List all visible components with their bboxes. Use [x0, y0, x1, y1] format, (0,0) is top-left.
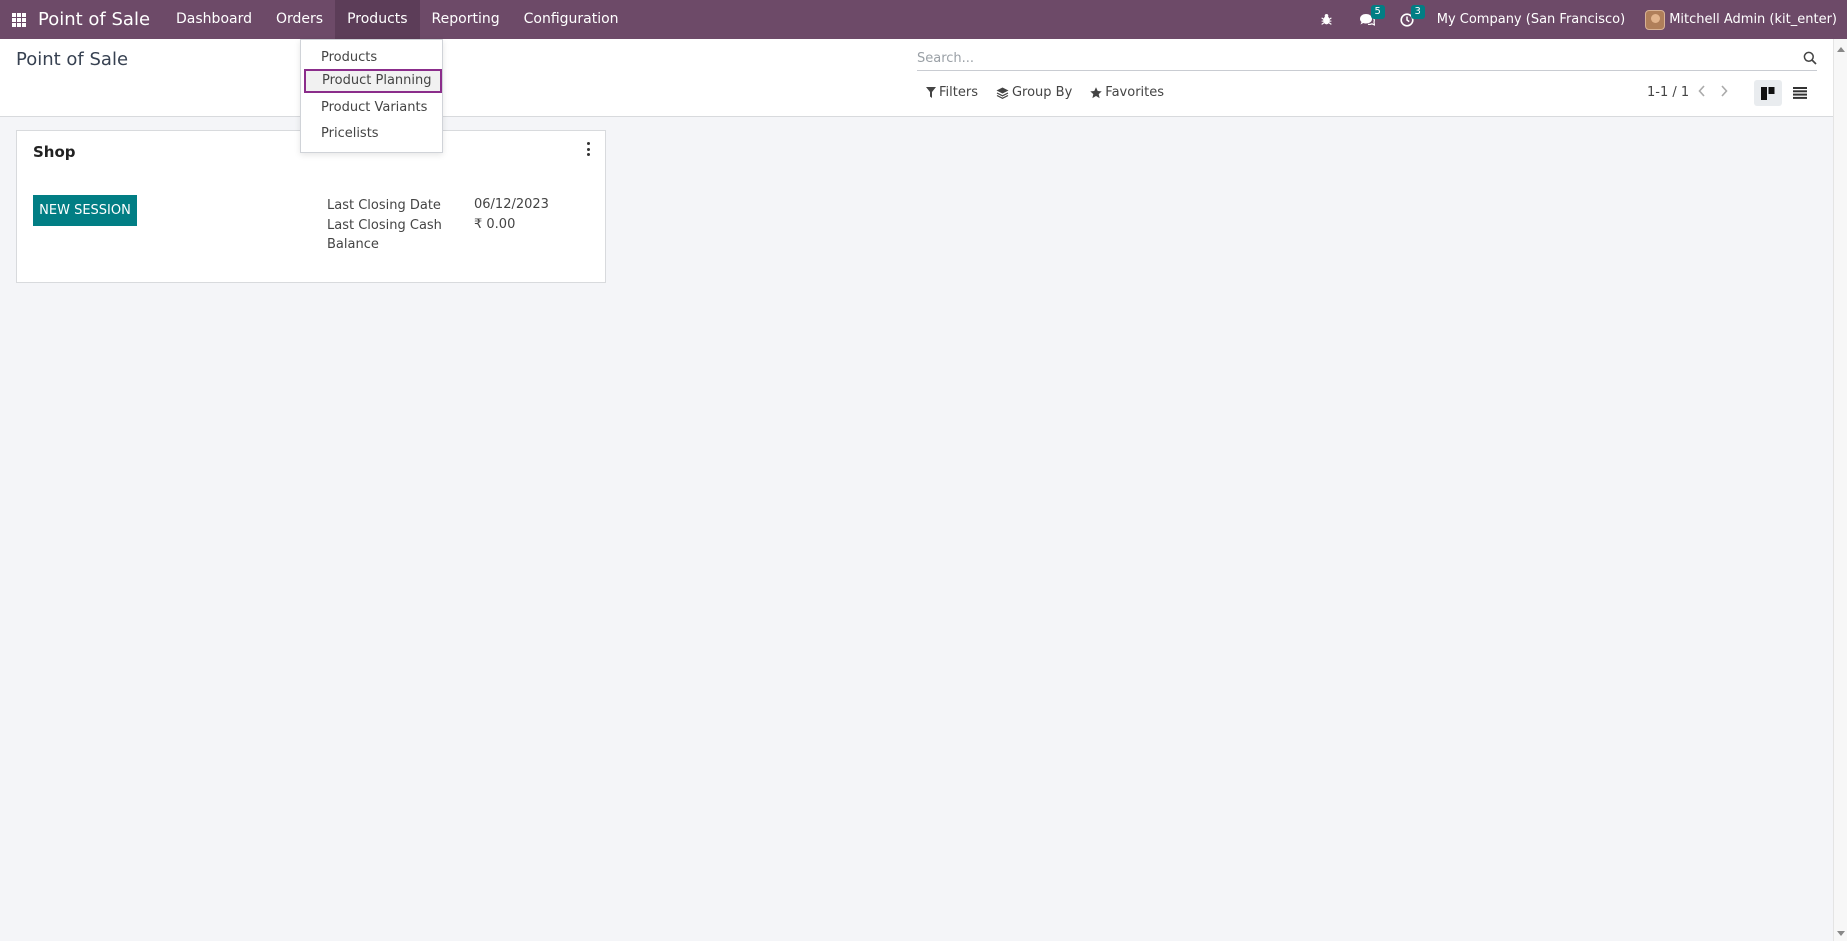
avatar	[1645, 9, 1666, 30]
control-panel: Point of Sale Filters Group By Favorites…	[0, 39, 1833, 117]
search-options: Filters Group By Favorites	[926, 85, 1182, 100]
pager-previous-icon[interactable]	[1697, 84, 1711, 100]
activities-clock-icon[interactable]: 3	[1399, 4, 1425, 28]
page-title: Point of Sale	[16, 49, 129, 70]
products-dropdown-menu: Products Product Planning Product Varian…	[300, 39, 443, 153]
menu-orders[interactable]: Orders	[264, 0, 335, 39]
last-closing-cash-label-line1: Last Closing Cash	[327, 218, 442, 233]
messages-icon[interactable]: 5	[1359, 4, 1385, 28]
filters-label: Filters	[939, 85, 978, 100]
favorites-label: Favorites	[1105, 85, 1165, 100]
group-by-label: Group By	[1011, 85, 1073, 100]
list-view-button[interactable]	[1786, 80, 1814, 106]
list-icon	[1793, 87, 1807, 99]
messages-count-badge: 5	[1370, 4, 1385, 19]
dropdown-item-pricelists[interactable]: Pricelists	[302, 122, 441, 146]
pager-value[interactable]: 1-1 / 1	[1647, 85, 1689, 100]
app-name[interactable]: Point of Sale	[38, 9, 150, 30]
last-closing-cash-value: ₹ 0.00	[474, 217, 516, 232]
dropdown-item-products[interactable]: Products	[302, 46, 441, 70]
last-closing-date-label: Last Closing Date	[327, 198, 441, 213]
bug-icon[interactable]	[1319, 12, 1335, 28]
kanban-icon	[1761, 86, 1775, 100]
menu-dashboard[interactable]: Dashboard	[164, 0, 264, 39]
last-closing-cash-label-line2: Balance	[327, 237, 379, 252]
search-icon[interactable]	[1803, 51, 1817, 65]
user-name: Mitchell Admin (kit_enter)	[1669, 12, 1837, 27]
scroll-down-icon[interactable]	[1837, 931, 1845, 936]
activities-count-badge: 3	[1410, 4, 1425, 19]
menu-configuration[interactable]: Configuration	[512, 0, 631, 39]
card-title: Shop	[33, 143, 76, 161]
menu-products[interactable]: Products	[335, 0, 420, 39]
layers-icon	[996, 87, 1009, 99]
filter-icon	[926, 87, 936, 98]
top-navbar: Point of Sale Dashboard Orders Products …	[0, 0, 1847, 39]
company-switcher[interactable]: My Company (San Francisco)	[1437, 12, 1625, 27]
search-bar	[917, 47, 1817, 71]
card-options-icon[interactable]	[587, 142, 591, 156]
search-input[interactable]	[917, 47, 1777, 69]
dropdown-item-product-planning[interactable]: Product Planning	[304, 69, 442, 93]
kanban-view-button[interactable]	[1754, 80, 1782, 106]
navbar-systray: 5 3 My Company (San Francisco) Mitchell …	[1307, 0, 1837, 39]
scroll-up-icon[interactable]	[1837, 47, 1845, 52]
last-closing-cash-label: Last Closing Cash Balance	[327, 216, 457, 254]
dropdown-item-product-variants[interactable]: Product Variants	[302, 96, 441, 120]
last-closing-date-value: 06/12/2023	[474, 197, 549, 212]
filters-button[interactable]: Filters	[926, 85, 978, 100]
pager-next-icon[interactable]	[1719, 84, 1733, 100]
apps-menu-icon[interactable]	[12, 12, 26, 27]
user-menu[interactable]: Mitchell Admin (kit_enter)	[1645, 9, 1837, 30]
page-scrollbar[interactable]	[1833, 39, 1847, 941]
menu-reporting[interactable]: Reporting	[420, 0, 512, 39]
new-session-button[interactable]: NEW SESSION	[33, 195, 137, 226]
star-icon	[1090, 86, 1102, 98]
favorites-button[interactable]: Favorites	[1090, 85, 1164, 100]
group-by-button[interactable]: Group By	[996, 85, 1072, 100]
